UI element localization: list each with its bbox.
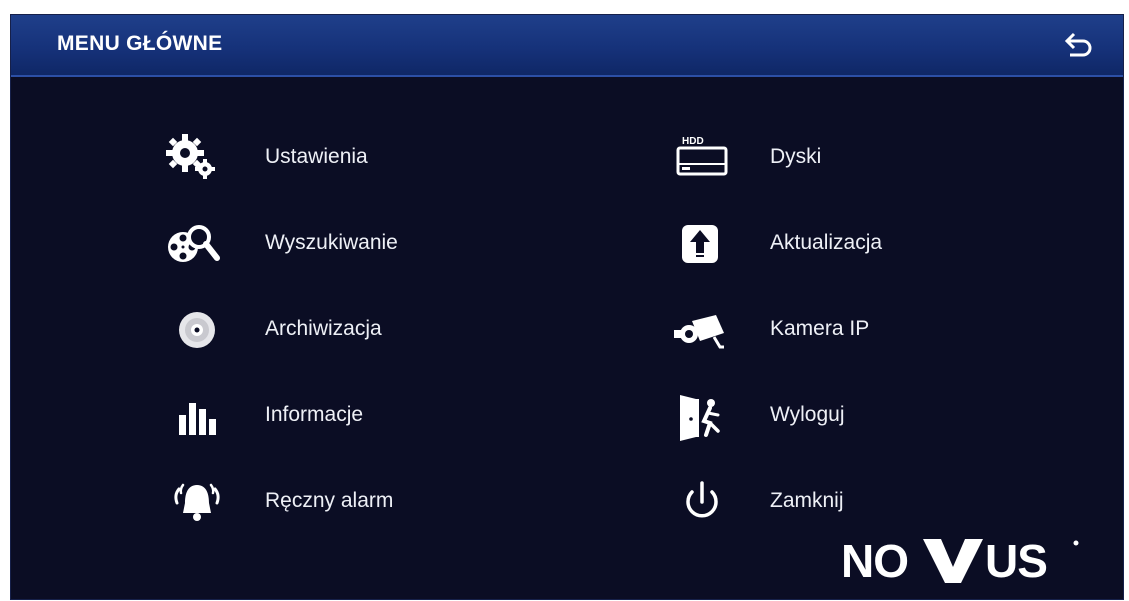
bar-chart-icon	[161, 389, 231, 445]
menu-item-aktualizacja[interactable]: Aktualizacja	[666, 217, 1086, 273]
menu-label: Kamera IP	[770, 317, 870, 340]
menu-item-zamknij[interactable]: Zamknij	[666, 475, 1086, 531]
menu-item-informacje[interactable]: Informacje	[161, 389, 581, 445]
ip-camera-icon	[666, 303, 736, 359]
menu-item-reczny-alarm[interactable]: Ręczny alarm	[161, 475, 581, 531]
menu-item-kamera-ip[interactable]: Kamera IP	[666, 303, 1086, 359]
back-button[interactable]	[1063, 31, 1093, 59]
screen: MENU GŁÓWNE Ustawienia Wyszukiwanie Arch…	[0, 0, 1129, 601]
page-title: MENU GŁÓWNE	[57, 32, 223, 55]
svg-text:NO: NO	[841, 535, 908, 587]
logout-icon	[666, 389, 736, 445]
svg-text:US: US	[985, 535, 1047, 587]
gears-icon	[161, 131, 231, 187]
menu-label: Ustawienia	[265, 145, 368, 168]
menu-label: Wyloguj	[770, 403, 845, 426]
menu-item-ustawienia[interactable]: Ustawienia	[161, 131, 581, 187]
main-menu-window: MENU GŁÓWNE Ustawienia Wyszukiwanie Arch…	[10, 14, 1124, 600]
power-icon	[666, 475, 736, 531]
svg-text:HDD: HDD	[682, 136, 704, 147]
menu-label: Wyszukiwanie	[265, 231, 398, 254]
menu-label: Ręczny alarm	[265, 489, 394, 512]
disc-icon	[161, 303, 231, 359]
upgrade-icon	[666, 217, 736, 273]
hdd-icon: HDD	[666, 131, 736, 187]
menu-label: Dyski	[770, 145, 822, 168]
menu-label: Aktualizacja	[770, 231, 883, 254]
menu-item-dyski[interactable]: HDD Dyski	[666, 131, 1086, 187]
menu-item-wyloguj[interactable]: Wyloguj	[666, 389, 1086, 445]
menu-label: Informacje	[265, 403, 364, 426]
novus-logo: NO US	[835, 529, 1085, 589]
menu-item-archiwizacja[interactable]: Archiwizacja	[161, 303, 581, 359]
menu-label: Archiwizacja	[265, 317, 382, 340]
title-bar: MENU GŁÓWNE	[11, 15, 1123, 77]
alarm-bell-icon	[161, 475, 231, 531]
film-search-icon	[161, 217, 231, 273]
menu-item-wyszukiwanie[interactable]: Wyszukiwanie	[161, 217, 581, 273]
back-arrow-icon	[1064, 32, 1092, 57]
menu-label: Zamknij	[770, 489, 844, 512]
